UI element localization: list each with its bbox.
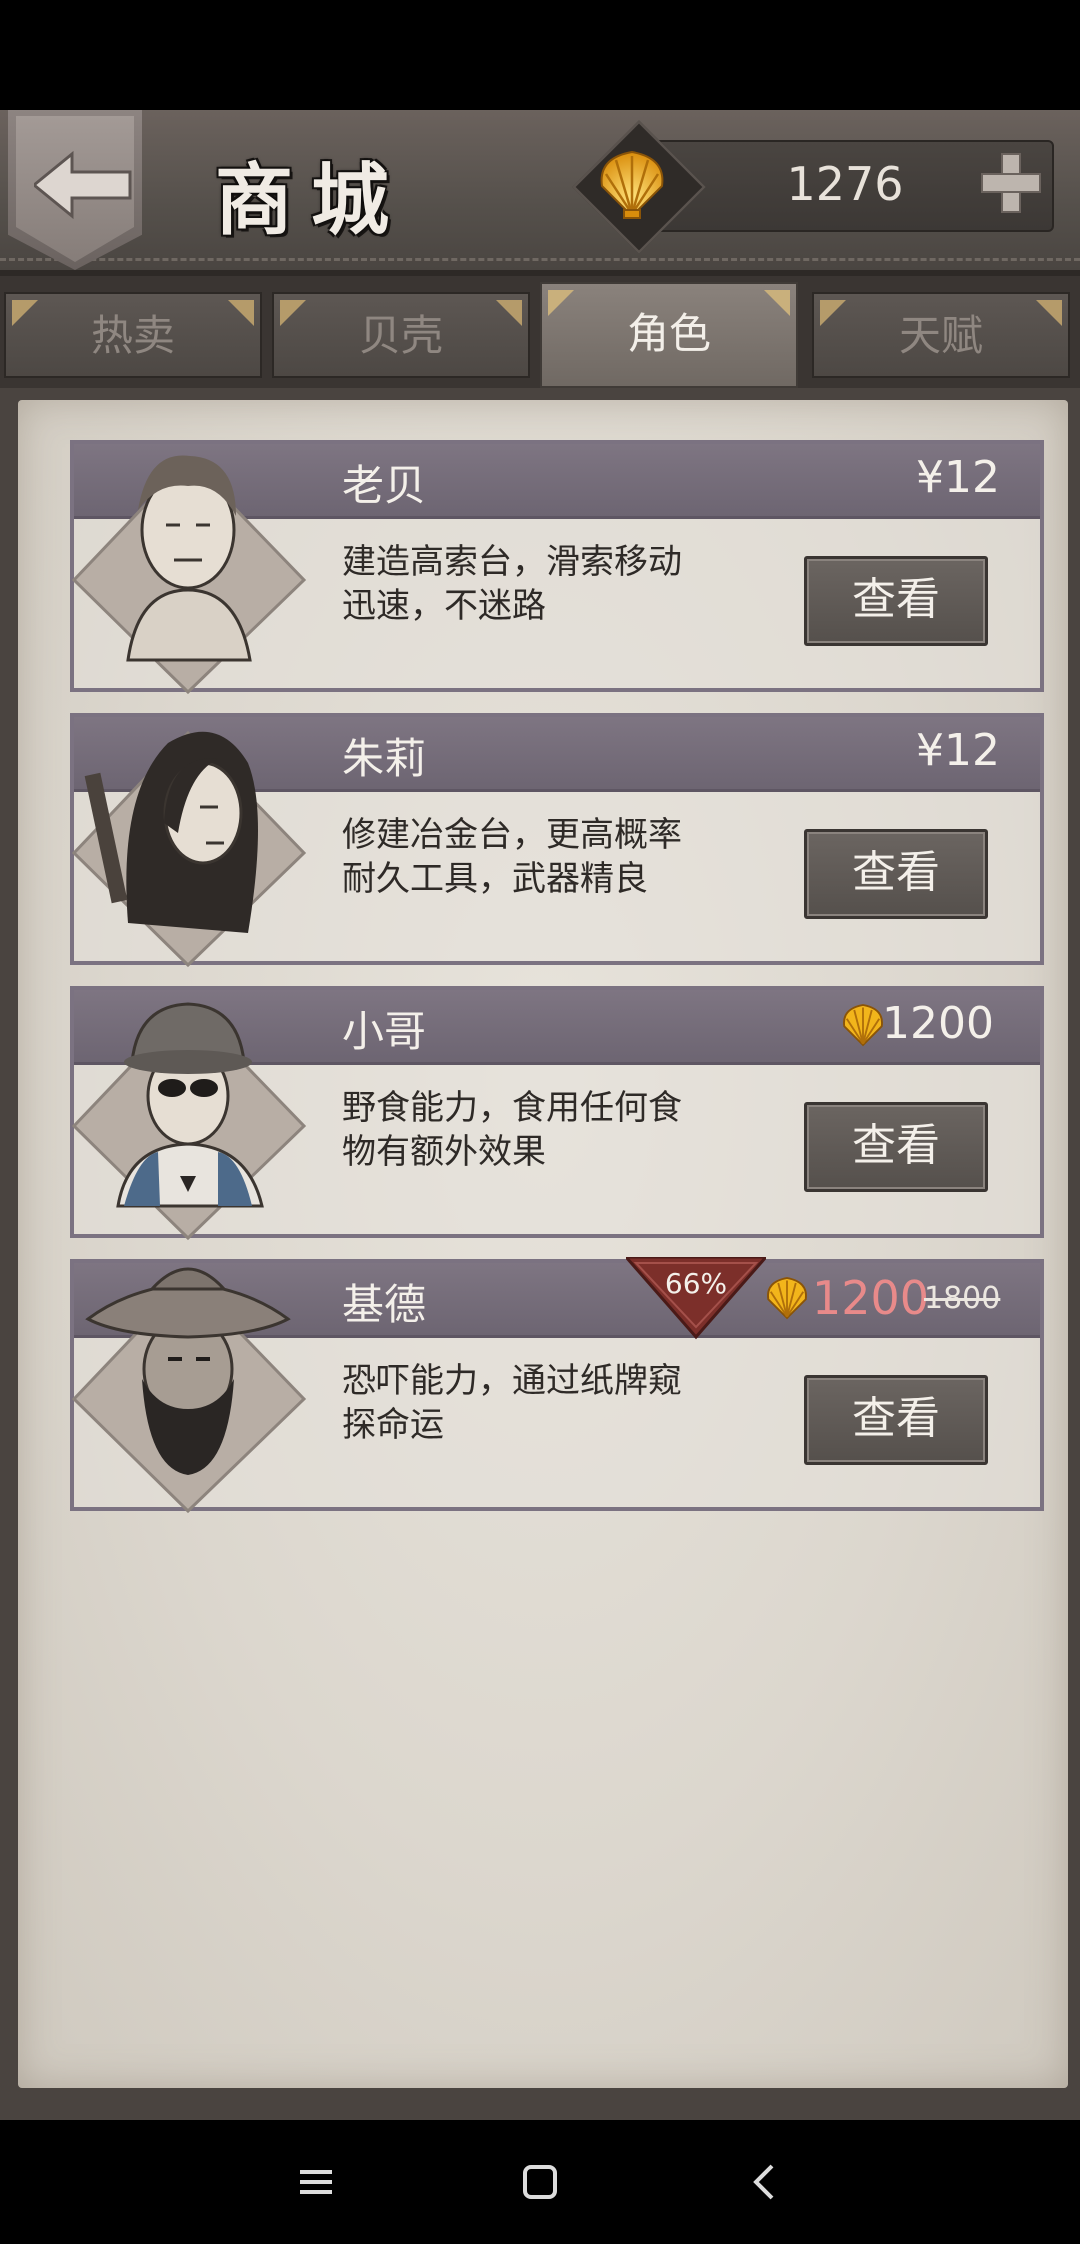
character-portrait <box>71 455 307 695</box>
view-button[interactable]: 查看 <box>804 556 988 646</box>
corner-ornament-icon <box>548 290 574 316</box>
original-price: 1800 <box>924 1281 1001 1316</box>
character-card: 朱莉 ¥12 修建冶金台，更高概率耐久工具，武器精良 查看 <box>70 713 1044 968</box>
character-description: 建造高索台，滑索移动迅速，不迷路 <box>342 542 682 626</box>
status-bar <box>0 0 1080 110</box>
character-price: ¥12 <box>916 452 1000 503</box>
tab-characters[interactable]: 角色 <box>540 282 798 388</box>
shell-icon <box>767 1277 807 1320</box>
character-name: 小哥 <box>342 1007 427 1056</box>
character-price: 1200 <box>882 998 994 1049</box>
page-title: 商城 <box>215 155 408 246</box>
corner-ornament-icon <box>12 300 38 326</box>
back-icon[interactable] <box>742 2158 790 2206</box>
view-button[interactable]: 查看 <box>804 829 988 919</box>
tab-label: 贝壳 <box>358 311 443 360</box>
shell-icon <box>600 150 664 219</box>
character-description: 修建冶金台，更高概率耐久工具，武器精良 <box>342 815 682 899</box>
tab-label: 天赋 <box>898 311 983 360</box>
tab-talents[interactable]: 天赋 <box>812 292 1070 378</box>
tab-bar: 热卖 贝壳 角色 天赋 <box>0 276 1080 388</box>
tab-shells[interactable]: 贝壳 <box>272 292 530 378</box>
menu-icon[interactable] <box>292 2158 340 2206</box>
view-button[interactable]: 查看 <box>804 1102 988 1192</box>
parchment-panel: 老贝 ¥12 建造高索台，滑索移动迅速，不迷路 查看 朱莉 ¥12 修建冶金台，… <box>18 400 1068 2088</box>
system-nav-bar <box>0 2120 1080 2244</box>
character-card: 小哥 1200 野食能力，食用任何食物有额外效果 查看 <box>70 986 1044 1241</box>
character-portrait <box>71 730 307 968</box>
view-button[interactable]: 查看 <box>804 1375 988 1465</box>
tab-label: 角色 <box>626 309 711 358</box>
back-arrow-icon <box>34 150 132 220</box>
character-name: 老贝 <box>342 461 427 510</box>
character-description: 野食能力，食用任何食物有额外效果 <box>342 1088 682 1172</box>
discount-label: 66% <box>664 1267 728 1300</box>
tab-hot[interactable]: 热卖 <box>4 292 262 378</box>
corner-ornament-icon <box>228 300 254 326</box>
corner-ornament-icon <box>496 300 522 326</box>
header-stitch <box>0 258 1080 261</box>
character-name: 基德 <box>342 1280 427 1329</box>
shell-icon <box>843 1004 883 1047</box>
corner-ornament-icon <box>820 300 846 326</box>
corner-ornament-icon <box>764 290 790 316</box>
character-card: 基德 66% 1200 1800 恐吓能力，通过纸牌窥探命运 查看 <box>70 1257 1044 1514</box>
discount-price: 1200 <box>812 1271 930 1325</box>
character-card: 老贝 ¥12 建造高索台，滑索移动迅速，不迷路 查看 <box>70 440 1044 695</box>
character-name: 朱莉 <box>342 734 427 783</box>
home-icon[interactable] <box>516 2158 564 2206</box>
character-portrait <box>71 1267 307 1514</box>
tab-label: 热卖 <box>90 311 175 360</box>
character-portrait <box>71 1002 307 1241</box>
currency-value: 1276 <box>786 157 904 211</box>
character-price: ¥12 <box>916 725 1000 776</box>
character-description: 恐吓能力，通过纸牌窥探命运 <box>342 1361 682 1445</box>
corner-ornament-icon <box>280 300 306 326</box>
back-button-face <box>16 116 134 262</box>
plus-icon[interactable] <box>978 150 1044 216</box>
corner-ornament-icon <box>1036 300 1062 326</box>
